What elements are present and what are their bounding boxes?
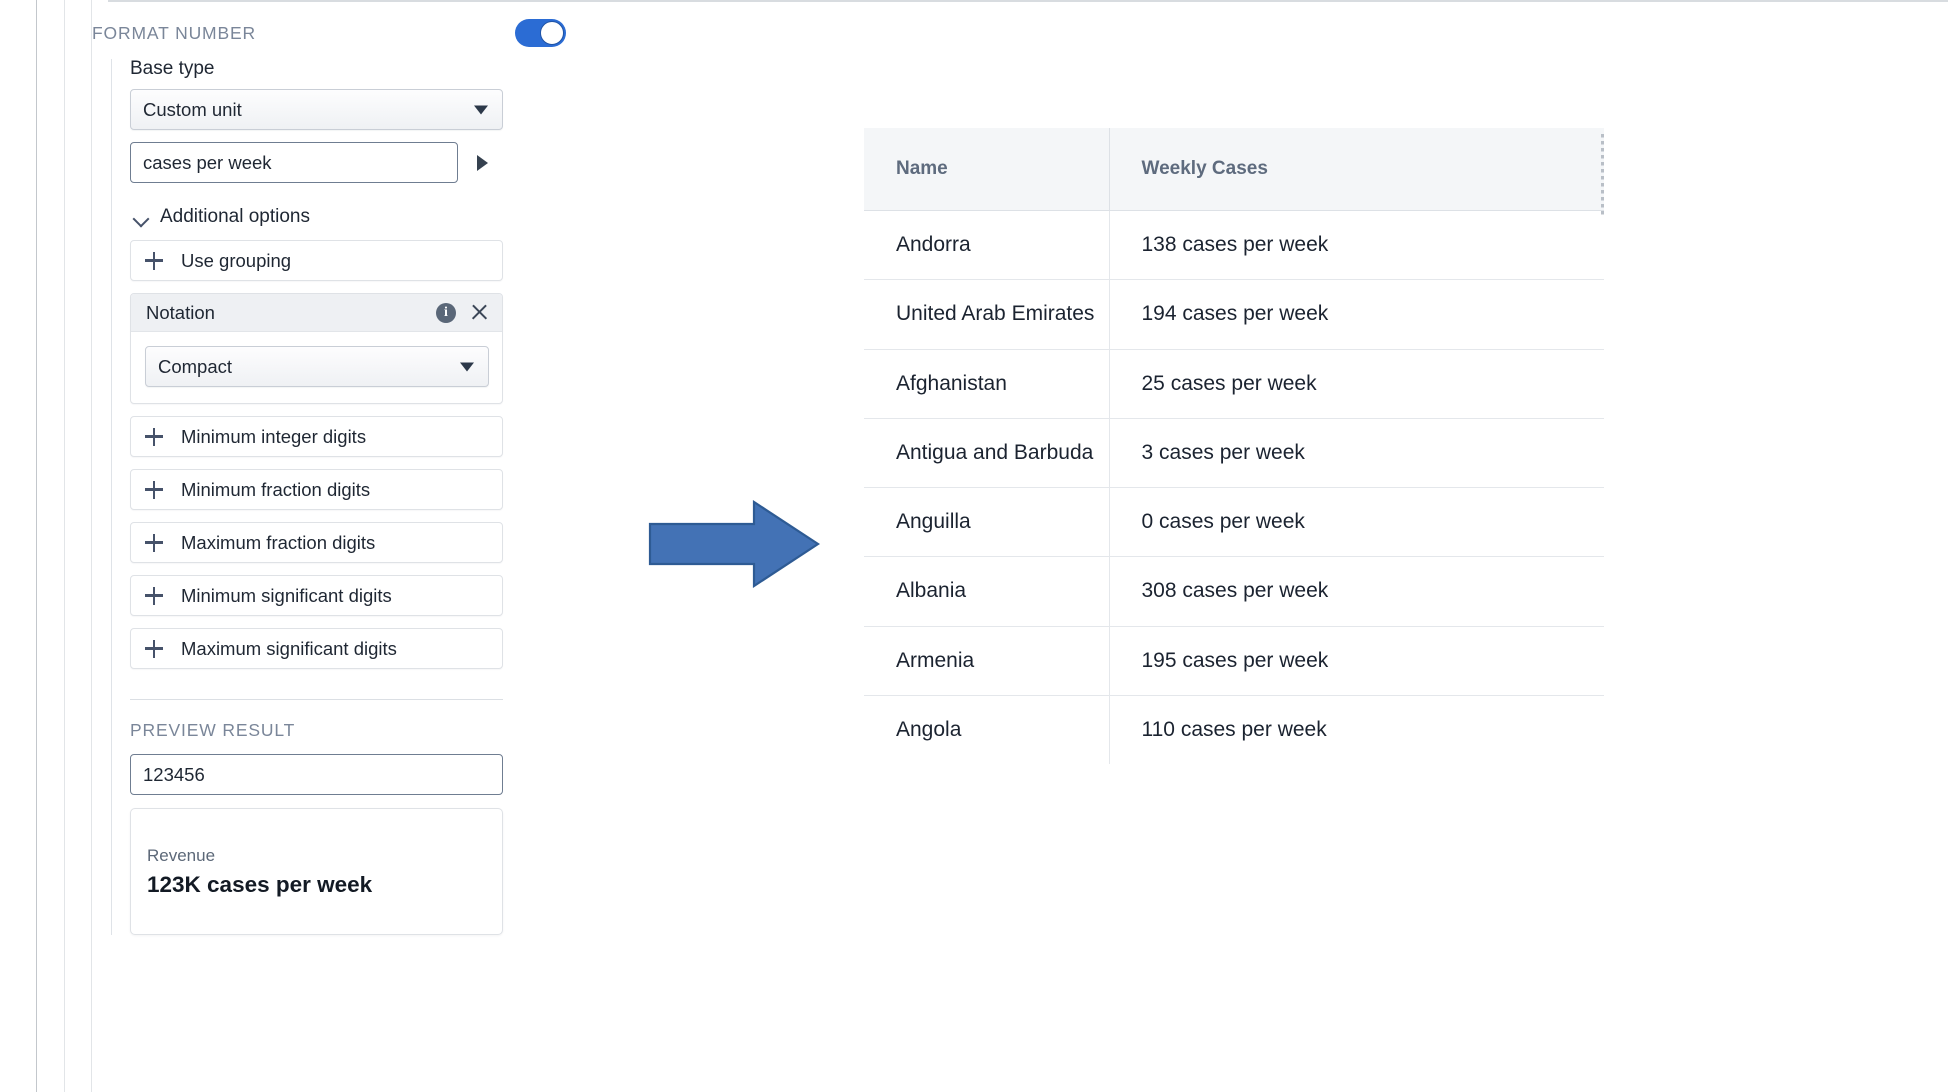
preview-result-card: Revenue 123K cases per week	[130, 808, 503, 935]
cell-name: Anguilla	[864, 487, 1110, 558]
cell-weekly-cases: 3 cases per week	[1109, 418, 1604, 489]
table-row[interactable]: Albania 308 cases per week	[864, 556, 1604, 627]
format-number-panel: FORMAT NUMBER Base type Custom unit case…	[92, 2, 612, 1092]
notation-select[interactable]: Compact	[145, 346, 489, 387]
cell-weekly-cases: 195 cases per week	[1109, 626, 1604, 696]
notation-title: Notation	[146, 301, 215, 323]
plus-icon	[145, 480, 163, 499]
chevron-down-icon	[460, 362, 474, 371]
table-body: Andorra 138 cases per week United Arab E…	[864, 210, 1604, 764]
table-row[interactable]: Andorra 138 cases per week	[864, 210, 1604, 281]
table-row[interactable]: Armenia 195 cases per week	[864, 626, 1604, 696]
cell-weekly-cases: 308 cases per week	[1109, 556, 1604, 627]
custom-unit-row: cases per week	[130, 142, 571, 183]
panel-body: Base type Custom unit cases per week Add…	[111, 59, 571, 935]
plus-icon	[145, 586, 163, 605]
preview-card-value: 123K cases per week	[147, 871, 373, 897]
column-header-weekly-cases[interactable]: Weekly Cases	[1109, 128, 1604, 216]
custom-unit-input[interactable]: cases per week	[130, 142, 458, 183]
format-number-toggle[interactable]	[515, 19, 566, 47]
cell-name: United Arab Emirates	[864, 279, 1110, 350]
cell-name: Armenia	[864, 626, 1110, 696]
table-row[interactable]: Afghanistan 25 cases per week	[864, 349, 1604, 419]
notation-card: Notation i Compact	[130, 293, 503, 404]
chevron-down-icon	[134, 213, 149, 222]
chevron-down-icon	[474, 105, 488, 114]
left-rail-divider-1	[36, 0, 37, 1092]
right-arrow-icon	[648, 500, 820, 588]
max-significant-digits-option[interactable]: Maximum significant digits	[130, 628, 503, 669]
page-title: FORMAT NUMBER	[92, 22, 257, 43]
use-grouping-label: Use grouping	[181, 249, 292, 271]
cell-name: Albania	[864, 556, 1110, 627]
base-type-select[interactable]: Custom unit	[130, 89, 503, 130]
table-row[interactable]: Anguilla 0 cases per week	[864, 487, 1604, 558]
preview-card-caption: Revenue	[147, 845, 216, 865]
preview-input[interactable]: 123456	[130, 754, 503, 795]
table-row[interactable]: Angola 110 cases per week	[864, 695, 1604, 764]
option-label: Minimum fraction digits	[181, 478, 371, 500]
left-rail-divider-2	[64, 0, 65, 1092]
additional-options-label: Additional options	[160, 206, 310, 227]
base-type-label: Base type	[130, 58, 215, 79]
play-arrow-icon[interactable]	[477, 154, 488, 171]
cell-weekly-cases: 0 cases per week	[1109, 487, 1604, 558]
cell-weekly-cases: 110 cases per week	[1141, 717, 1327, 741]
cell-weekly-cases: 138 cases per week	[1109, 210, 1604, 281]
option-label: Maximum fraction digits	[181, 531, 376, 553]
plus-icon	[145, 251, 163, 270]
column-header-name[interactable]: Name	[864, 128, 1110, 211]
min-fraction-digits-option[interactable]: Minimum fraction digits	[130, 469, 503, 510]
cell-weekly-cases: 25 cases per week	[1109, 349, 1604, 419]
weekly-cases-table: Name Weekly Cases Andorra 138 cases per …	[864, 128, 1604, 764]
cell-weekly-cases: 194 cases per week	[1109, 279, 1604, 350]
additional-options-toggle[interactable]: Additional options	[134, 206, 571, 228]
preview-divider	[130, 699, 503, 700]
option-label: Maximum significant digits	[181, 637, 397, 659]
info-icon[interactable]: i	[436, 302, 456, 323]
cell-name: Angola	[864, 695, 1110, 764]
option-label: Minimum integer digits	[181, 425, 367, 447]
preview-input-value: 123456	[143, 763, 205, 785]
option-label: Minimum significant digits	[181, 584, 392, 606]
close-icon[interactable]	[470, 303, 489, 322]
max-fraction-digits-option[interactable]: Maximum fraction digits	[130, 522, 503, 563]
preview-result-label: PREVIEW RESULT	[130, 720, 296, 740]
panel-header: FORMAT NUMBER	[92, 2, 592, 64]
column-header-weekly-cases-label: Weekly Cases	[1141, 158, 1268, 179]
screen-root: FORMAT NUMBER Base type Custom unit case…	[0, 0, 1948, 1092]
table-row[interactable]: United Arab Emirates 194 cases per week	[864, 279, 1604, 350]
notation-card-actions: i	[436, 302, 489, 323]
base-type-select-value: Custom unit	[143, 98, 242, 120]
notation-select-value: Compact	[158, 355, 233, 377]
cell-name: Afghanistan	[864, 349, 1110, 419]
notation-card-body: Compact	[131, 332, 502, 403]
custom-unit-input-value: cases per week	[143, 151, 272, 173]
notation-card-header: Notation i	[131, 294, 502, 332]
table-header-row: Name Weekly Cases	[864, 128, 1604, 216]
cell-name: Antigua and Barbuda	[864, 418, 1110, 489]
plus-icon	[145, 533, 163, 552]
plus-icon	[145, 427, 163, 446]
toggle-knob	[540, 21, 564, 45]
column-resize-handle[interactable]	[1601, 134, 1604, 216]
cell-name: Andorra	[864, 210, 1110, 281]
plus-icon	[145, 639, 163, 658]
min-integer-digits-option[interactable]: Minimum integer digits	[130, 416, 503, 457]
table-row[interactable]: Antigua and Barbuda 3 cases per week	[864, 418, 1604, 489]
use-grouping-option[interactable]: Use grouping	[130, 240, 503, 281]
min-significant-digits-option[interactable]: Minimum significant digits	[130, 575, 503, 616]
